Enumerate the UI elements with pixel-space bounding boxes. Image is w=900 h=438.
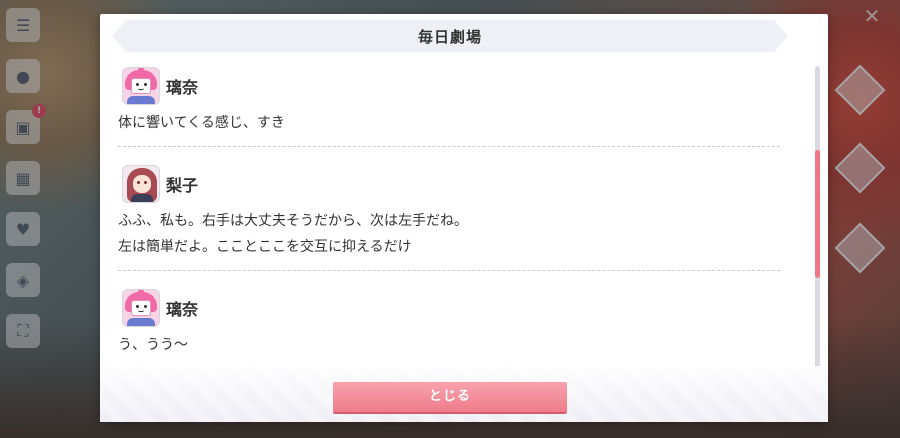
message-header: 梨子 [118, 160, 780, 208]
speaker-name: 璃奈 [166, 300, 199, 319]
avatar-riko [122, 165, 160, 203]
dialog-title: 毎日劇場 [417, 27, 482, 46]
scrollbar[interactable] [815, 66, 820, 378]
avatar-rina [122, 67, 160, 105]
speaker-name: 梨子 [166, 176, 199, 195]
close-button[interactable]: とじる [333, 382, 567, 412]
dialog-title-bar: 毎日劇場 [112, 20, 788, 52]
message-line: う、うう〜 [118, 337, 188, 353]
message-item: 梨子 ふふ、私も。右手は大丈夫そうだから、次は左手だね。 左は簡単だよ。こことこ… [118, 160, 780, 271]
dialog-content[interactable]: 璃奈 体に響いてくる感じ、すき 梨子 ふふ、私も。右手は大丈夫そうだから、次は左… [118, 62, 780, 380]
message-line: 体に響いてくる感じ、すき [118, 115, 285, 131]
daily-theater-dialog: 毎日劇場 璃奈 体に響いてくる感じ、すき 梨子 ふふ、私も。右手は大丈夫そうだか… [100, 14, 828, 422]
message-line: ふふ、私も。右手は大丈夫そうだから、次は左手だね。 [118, 213, 468, 229]
message-header: 璃奈 [118, 62, 780, 110]
message-header: 璃奈 [118, 284, 780, 332]
scrollbar-thumb[interactable] [815, 150, 820, 278]
speaker-name: 璃奈 [166, 78, 199, 97]
avatar-rina [122, 289, 160, 327]
message-item: 璃奈 体に響いてくる感じ、すき [118, 62, 780, 147]
message-line: 左は簡単だよ。こことここを交互に抑えるだけ [118, 239, 412, 255]
message-item: 璃奈 う、うう〜 [118, 284, 780, 369]
